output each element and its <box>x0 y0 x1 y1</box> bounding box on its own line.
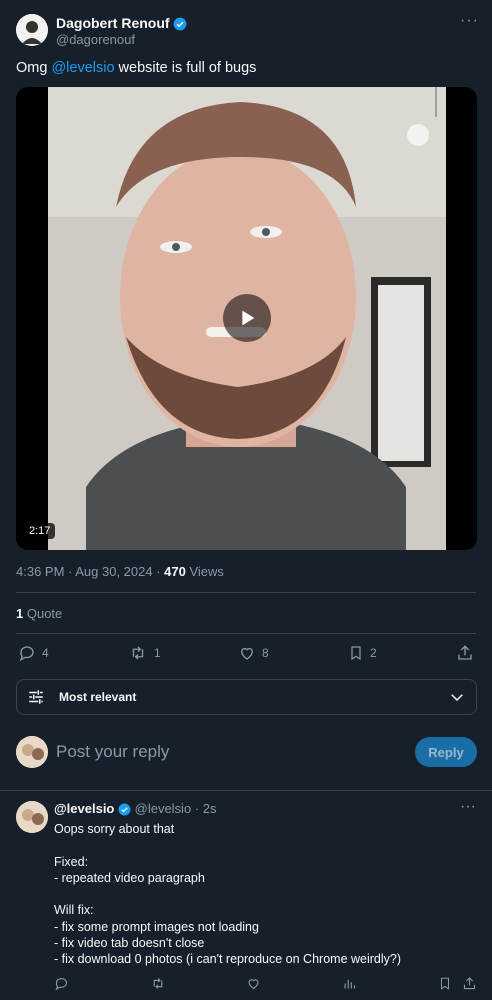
post-meta: 4:36 PM · Aug 30, 2024 · 470 Views <box>16 564 224 579</box>
verified-badge-icon <box>174 17 187 31</box>
reply-line: Will fix: <box>54 903 94 918</box>
repost-icon <box>153 978 163 989</box>
reply-icon <box>19 646 34 662</box>
reply-line: - repeated video paragraph <box>54 870 205 885</box>
reply-line: - fix download 0 photos (i can't reprodu… <box>54 952 402 967</box>
reply-author-row: @levelsio @levelsio · 2s <box>54 801 217 816</box>
repost-icon <box>132 646 144 660</box>
reply-icon <box>55 977 68 991</box>
reply-line <box>54 886 401 902</box>
share-icon <box>458 645 472 660</box>
reply-more-options-icon[interactable]: ··· <box>460 798 476 816</box>
author-name[interactable]: Dagobert Renouf <box>56 15 187 31</box>
reply-share-button[interactable] <box>462 976 477 991</box>
play-button[interactable] <box>223 294 271 342</box>
sort-dropdown[interactable]: Most relevant <box>16 679 477 715</box>
play-icon <box>242 310 255 326</box>
bookmark-icon <box>440 977 450 990</box>
share-button[interactable] <box>456 644 474 662</box>
chevron-down-icon <box>451 694 463 702</box>
share-icon <box>463 977 476 990</box>
current-user-avatar[interactable] <box>16 736 48 768</box>
reply-author-handle[interactable]: @levelsio <box>135 801 192 816</box>
author-avatar[interactable] <box>16 14 48 46</box>
video-duration: 2:17 <box>24 523 56 539</box>
repost-button[interactable]: 1 <box>128 644 161 662</box>
reply-line: Oops sorry about that <box>54 822 175 836</box>
heart-icon <box>248 979 259 990</box>
analytics-icon <box>344 979 356 989</box>
reply-author-avatar[interactable] <box>16 801 48 833</box>
bookmark-button[interactable]: 2 <box>348 644 377 662</box>
reply-bookmark-button[interactable] <box>438 976 452 991</box>
reply-button[interactable]: 4 <box>18 644 49 662</box>
reply-author-name[interactable]: @levelsio <box>54 801 114 816</box>
reply-line <box>54 837 401 853</box>
more-options-icon[interactable]: ··· <box>460 12 479 30</box>
reply-line: - fix some prompt images not loading <box>54 919 259 934</box>
reply-line: Fixed: <box>54 854 89 869</box>
heart-icon <box>241 647 253 660</box>
filter-sliders-icon <box>29 690 43 704</box>
like-button[interactable]: 8 <box>238 644 269 662</box>
reply-timestamp[interactable]: 2s <box>203 801 217 816</box>
post-text: Omg @levelsio website is full of bugs <box>16 60 257 76</box>
sort-label: Most relevant <box>59 690 137 704</box>
reply-body: Oops sorry about that Fixed: - repeated … <box>54 821 401 968</box>
quote-count[interactable]: 1 Quote <box>16 606 62 621</box>
bookmark-icon <box>351 646 361 661</box>
verified-badge-icon <box>118 803 131 816</box>
reply-like-button[interactable] <box>246 976 261 991</box>
reply-repost-button[interactable] <box>150 976 166 991</box>
reply-line: - fix video tab doesn't close <box>54 936 205 951</box>
reply-submit-button[interactable]: Reply <box>415 737 477 767</box>
mention-link[interactable]: @levelsio <box>51 60 114 76</box>
reply-input[interactable]: Post your reply <box>56 742 169 762</box>
video-player[interactable]: 2:17 <box>16 87 477 550</box>
reply-views-button[interactable] <box>342 976 357 991</box>
reply-reply-button[interactable] <box>54 976 69 991</box>
author-handle[interactable]: @dagorenouf <box>56 32 135 47</box>
